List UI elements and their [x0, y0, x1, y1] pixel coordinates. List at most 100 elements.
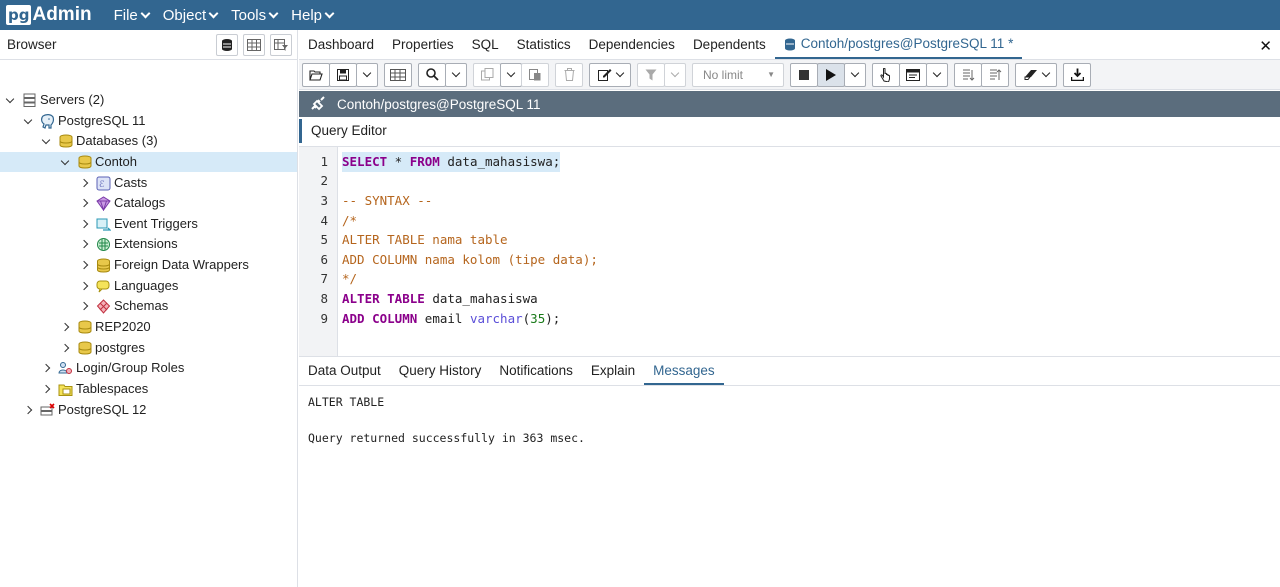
chevron-right-icon[interactable]	[78, 214, 90, 234]
chevron-right-icon[interactable]	[59, 317, 71, 337]
chevron-right-icon[interactable]	[78, 193, 90, 213]
tree-node-postgres[interactable]: postgres	[59, 338, 145, 358]
chevron-down-icon[interactable]	[59, 152, 71, 172]
chevron-down-icon[interactable]	[40, 131, 52, 151]
tree-node-event-triggers[interactable]: Event Triggers	[78, 214, 198, 234]
tree-node-rep2020[interactable]: REP2020	[59, 317, 151, 337]
server-disconnected-icon	[40, 402, 55, 418]
tree-node-contoh[interactable]: Contoh	[59, 152, 137, 172]
tree-node-languages[interactable]: Languages	[78, 276, 178, 296]
tree-label: Foreign Data Wrappers	[114, 257, 249, 272]
editor-line: 6 ADD COLUMN nama kolom (tipe data);	[299, 250, 1280, 270]
editor-line: 9 ADD COLUMN email varchar(35);	[299, 309, 1280, 329]
tree-node-postgresql-12[interactable]: PostgreSQL 12	[22, 400, 146, 420]
logo-pg: pg	[6, 5, 32, 25]
chevron-right-icon[interactable]	[22, 400, 34, 420]
filter-dropdown[interactable]	[664, 62, 686, 87]
query-tool-button[interactable]	[216, 33, 238, 56]
tab-dependencies[interactable]: Dependencies	[580, 31, 684, 59]
find-button[interactable]	[418, 62, 446, 87]
tree-node-postgresql-11[interactable]: PostgreSQL 11	[22, 111, 145, 131]
edit-button[interactable]	[589, 62, 631, 87]
tree-node-catalogs[interactable]: Catalogs	[78, 193, 165, 213]
save-data-changes-button[interactable]	[384, 62, 412, 87]
download-icon	[1070, 68, 1084, 81]
tab-messages[interactable]: Messages	[644, 357, 724, 385]
tree-node-foreign-data-wrappers[interactable]: Foreign Data Wrappers	[78, 255, 249, 275]
copy-dropdown[interactable]	[500, 62, 522, 87]
clear-button[interactable]	[1015, 62, 1057, 87]
menu-tools[interactable]: Tools	[231, 7, 279, 24]
tree-node-databases[interactable]: Databases (3)	[40, 131, 158, 151]
menu-file[interactable]: File	[114, 7, 151, 24]
chevron-right-icon[interactable]	[40, 379, 52, 399]
main-menu: File Object Tools Help	[114, 7, 347, 24]
chevron-right-icon[interactable]	[59, 338, 71, 358]
chevron-right-icon[interactable]	[78, 255, 90, 275]
copy-button[interactable]	[473, 62, 501, 87]
line-number: 6	[320, 252, 328, 267]
eraser-icon	[1024, 70, 1037, 80]
chevron-right-icon[interactable]	[78, 173, 90, 193]
extensions-icon	[96, 237, 111, 252]
cancel-query-button[interactable]	[790, 62, 818, 87]
tree-node-casts[interactable]: ℰ Casts	[78, 173, 147, 193]
chevron-down-icon	[362, 68, 372, 78]
query-toolbar: No limit ▼	[299, 60, 1280, 90]
find-dropdown[interactable]	[445, 62, 467, 87]
row-limit-select[interactable]: No limit ▼	[692, 62, 784, 87]
chevron-down-icon	[268, 8, 279, 18]
tab-query-history[interactable]: Query History	[390, 357, 491, 385]
database-query-icon	[784, 38, 796, 51]
execute-button[interactable]	[817, 62, 845, 87]
elephant-icon	[40, 113, 55, 129]
explain-button[interactable]	[872, 62, 900, 87]
filter-icon	[645, 69, 657, 80]
tree-node-login-group-roles[interactable]: Login/Group Roles	[40, 358, 184, 378]
menu-object[interactable]: Object	[163, 7, 219, 24]
filter-button[interactable]	[637, 62, 665, 87]
tree-node-tablespaces[interactable]: Tablespaces	[40, 379, 148, 399]
folder-open-icon	[309, 69, 323, 81]
tab-properties[interactable]: Properties	[383, 31, 463, 59]
tab-data-output[interactable]: Data Output	[299, 357, 390, 385]
database-icon	[77, 155, 92, 170]
chevron-right-icon[interactable]	[78, 234, 90, 254]
databases-icon	[58, 134, 73, 149]
explain-dropdown[interactable]	[926, 62, 948, 87]
tree-node-extensions[interactable]: Extensions	[78, 234, 178, 254]
tree-node-servers[interactable]: Servers (2)	[4, 90, 104, 110]
pgadmin-logo[interactable]: pg Admin	[6, 0, 92, 30]
chevron-down-icon[interactable]	[22, 111, 34, 131]
view-data-button[interactable]	[243, 33, 265, 56]
tab-statistics[interactable]: Statistics	[508, 31, 580, 59]
tab-notifications[interactable]: Notifications	[490, 357, 582, 385]
tab-dependents[interactable]: Dependents	[684, 31, 775, 59]
chevron-right-icon[interactable]	[40, 358, 52, 378]
tab-explain[interactable]: Explain	[582, 357, 644, 385]
sql-editor[interactable]: 1 SELECT * FROM data_mahasiswa; 2 3 -- SYN…	[299, 146, 1280, 356]
explain-analyze-button[interactable]	[899, 62, 927, 87]
menu-help[interactable]: Help	[291, 7, 335, 24]
tab-query-tool[interactable]: Contoh/postgres@PostgreSQL 11 *	[774, 31, 1023, 59]
commit-button[interactable]	[954, 62, 982, 87]
tab-dashboard[interactable]: Dashboard	[299, 31, 383, 59]
execute-dropdown[interactable]	[844, 62, 866, 87]
delete-button[interactable]	[555, 62, 583, 87]
save-button[interactable]	[329, 62, 357, 87]
paste-button[interactable]	[521, 62, 549, 87]
chevron-right-icon[interactable]	[78, 296, 90, 316]
connection-bar[interactable]: Contoh/postgres@PostgreSQL 11	[299, 91, 1280, 117]
chevron-right-icon[interactable]	[78, 276, 90, 296]
tree-label: Contoh	[95, 154, 137, 169]
open-file-button[interactable]	[302, 62, 330, 87]
download-button[interactable]	[1063, 62, 1091, 87]
tree-node-schemas[interactable]: Schemas	[78, 296, 168, 316]
chevron-down-icon[interactable]	[4, 90, 16, 110]
close-icon[interactable]: ✕	[1259, 37, 1272, 55]
rollback-button[interactable]	[981, 62, 1009, 87]
filter-rows-button[interactable]	[270, 33, 292, 56]
tab-sql[interactable]: SQL	[463, 31, 508, 59]
message-line: Query returned successfully in 363 msec.	[308, 431, 585, 445]
save-dropdown[interactable]	[356, 62, 378, 87]
